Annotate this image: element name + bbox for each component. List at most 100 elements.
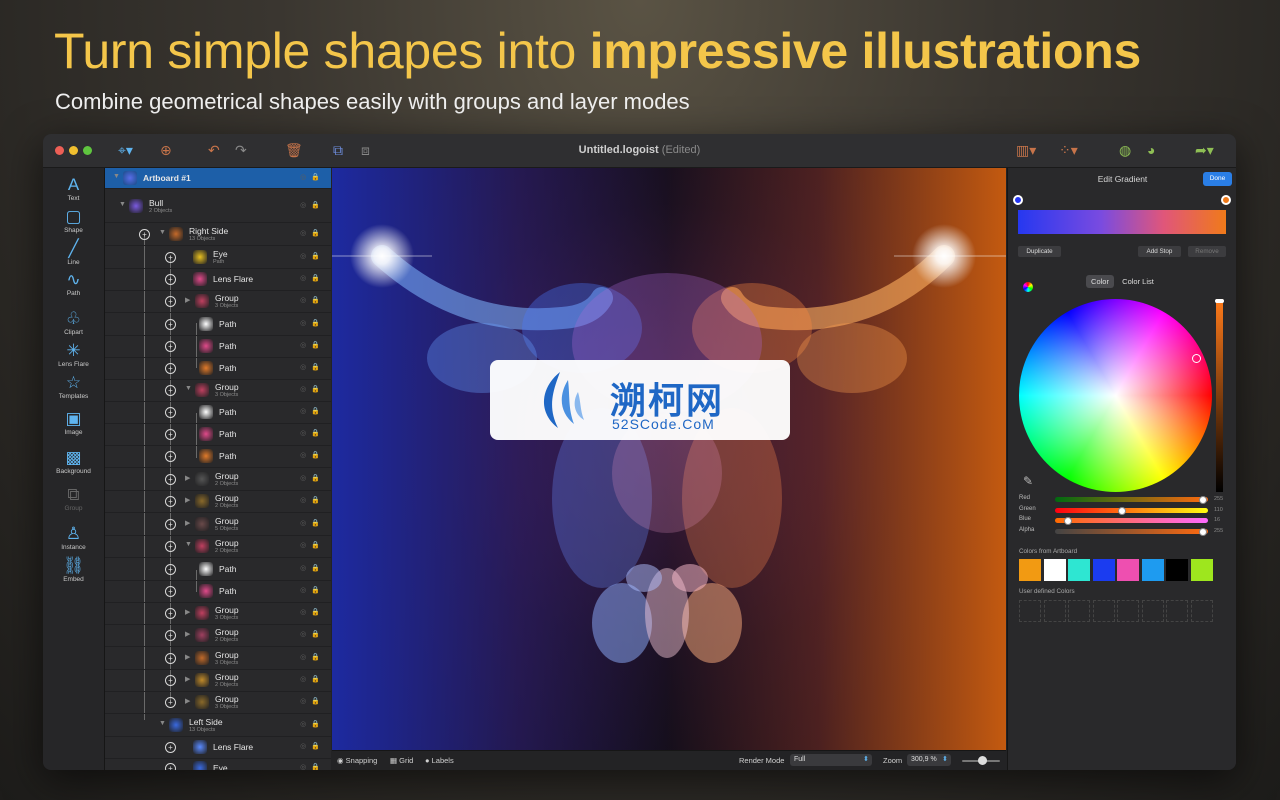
visibility-lock-icon[interactable]: ◎🔒 xyxy=(300,341,325,349)
visibility-lock-icon[interactable]: ◎🔒 xyxy=(300,451,325,459)
color-palette-icon[interactable]: ◕ xyxy=(1147,142,1155,158)
visibility-lock-icon[interactable]: ◎🔒 xyxy=(300,653,325,661)
tool-path[interactable]: ∿ Path xyxy=(43,271,104,298)
disclosure-triangle-icon[interactable]: ▶ xyxy=(185,474,190,482)
layer-row[interactable]: + Path ◎🔒 xyxy=(105,558,331,581)
disclosure-triangle-icon[interactable]: ▼ xyxy=(159,720,166,727)
tool-clipart[interactable]: ♧ Clipart xyxy=(43,310,104,337)
layer-row[interactable]: + Path ◎🔒 xyxy=(105,313,331,336)
layer-row[interactable]: + ▼ Right Side 13 Objects ◎🔒 xyxy=(105,223,331,246)
layer-row[interactable]: + ▶ Group 3 Objects ◎🔒 xyxy=(105,691,331,714)
tool-group[interactable]: ⧉ Group xyxy=(43,486,104,513)
color-swatch[interactable] xyxy=(1190,559,1213,581)
render-mode-select[interactable]: Full ⬍ xyxy=(790,754,872,766)
color-swatch[interactable] xyxy=(1043,559,1066,581)
zoom-field[interactable]: 300,9 % ⬍ xyxy=(907,754,951,766)
gradient-stop-start[interactable] xyxy=(1013,195,1023,205)
layer-add-icon[interactable]: + xyxy=(165,451,176,462)
layer-row[interactable]: + ▶ Group 2 Objects ◎🔒 xyxy=(105,624,331,647)
color-swatch[interactable] xyxy=(1117,559,1139,581)
visibility-lock-icon[interactable]: ◎🔒 xyxy=(300,541,325,549)
layer-row[interactable]: + ▶ Group 2 Objects ◎🔒 xyxy=(105,490,331,513)
disclosure-triangle-icon[interactable]: ▼ xyxy=(113,173,120,180)
tool-line[interactable]: ╱ Line xyxy=(43,240,104,267)
layer-add-icon[interactable]: + xyxy=(165,251,176,263)
visibility-lock-icon[interactable]: ◎🔒 xyxy=(300,474,325,482)
empty-color-slot[interactable] xyxy=(1166,600,1188,622)
layer-add-icon[interactable]: + xyxy=(165,474,176,485)
layer-add-icon[interactable]: + xyxy=(165,742,176,753)
nodes-icon[interactable]: ⁘▾ xyxy=(1059,142,1078,159)
visibility-lock-icon[interactable]: ◎🔒 xyxy=(300,429,325,437)
layer-add-icon[interactable]: + xyxy=(165,653,176,664)
color-slider-red[interactable] xyxy=(1055,496,1208,504)
tool-lens-flare[interactable]: ✳ Lens Flare xyxy=(43,342,104,369)
disclosure-triangle-icon[interactable]: ▶ xyxy=(185,608,190,616)
tool-background[interactable]: ▩ Background xyxy=(43,449,104,476)
visibility-lock-icon[interactable]: ◎🔒 xyxy=(300,763,325,770)
disclosure-triangle-icon[interactable]: ▶ xyxy=(185,296,190,304)
disclosure-triangle-icon[interactable]: ▶ xyxy=(185,697,190,705)
layer-row[interactable]: + ▶ Group 2 Objects ◎🔒 xyxy=(105,669,331,692)
disclosure-triangle-icon[interactable]: ▶ xyxy=(185,519,190,527)
empty-color-slot[interactable] xyxy=(1019,600,1041,622)
tool-text[interactable]: A Text xyxy=(43,176,104,203)
color-wheel-icon[interactable] xyxy=(1023,282,1033,292)
share-icon[interactable]: ➦▾ xyxy=(1195,142,1214,159)
disclosure-triangle-icon[interactable]: ▼ xyxy=(185,385,192,392)
artboard-canvas[interactable] xyxy=(332,168,1006,750)
color-slider-alpha[interactable] xyxy=(1055,527,1208,536)
color-slider-green[interactable] xyxy=(1055,506,1208,515)
labels-toggle[interactable]: ● Labels xyxy=(425,756,454,765)
layer-add-icon[interactable]: + xyxy=(165,519,176,530)
disclosure-triangle-icon[interactable]: ▶ xyxy=(185,630,190,638)
disclosure-triangle-icon[interactable]: ▶ xyxy=(185,653,190,661)
tool-image[interactable]: ▣ Image xyxy=(43,410,104,437)
color-swatch[interactable] xyxy=(1068,559,1090,581)
add-stop-button[interactable]: Add Stop xyxy=(1138,246,1181,257)
visibility-lock-icon[interactable]: ◎🔒 xyxy=(300,407,325,415)
layer-row[interactable]: ▼ Left Side 13 Objects ◎🔒 xyxy=(105,714,331,737)
visibility-lock-icon[interactable]: ◎🔒 xyxy=(300,564,325,572)
empty-color-slot[interactable] xyxy=(1190,600,1213,622)
gradient-stop-end[interactable] xyxy=(1221,195,1231,205)
layer-row[interactable]: + ▶ Group 3 Objects ◎🔒 xyxy=(105,647,331,670)
disclosure-triangle-icon[interactable]: ▼ xyxy=(185,541,192,548)
disclosure-triangle-icon[interactable]: ▶ xyxy=(185,496,190,504)
layer-add-icon[interactable]: + xyxy=(165,675,176,686)
visibility-lock-icon[interactable]: ◎🔒 xyxy=(300,675,325,683)
zoom-slider[interactable] xyxy=(962,756,1000,765)
visibility-lock-icon[interactable]: ◎🔒 xyxy=(300,586,325,594)
disclosure-triangle-icon[interactable]: ▼ xyxy=(159,229,166,236)
layer-row[interactable]: + Path ◎🔒 xyxy=(105,357,331,380)
tool-instance[interactable]: ♙ Instance xyxy=(43,525,104,552)
color-swatch[interactable] xyxy=(1141,559,1164,581)
layer-row[interactable]: + Path ◎🔒 xyxy=(105,423,331,446)
disclosure-triangle-icon[interactable]: ▼ xyxy=(119,201,126,208)
visibility-lock-icon[interactable]: ◎🔒 xyxy=(300,252,325,260)
palette-icon[interactable]: ◍ xyxy=(1119,142,1131,159)
color-swatch[interactable] xyxy=(1092,559,1115,581)
visibility-lock-icon[interactable]: ◎🔒 xyxy=(300,608,325,616)
layer-add-icon[interactable]: + xyxy=(165,496,176,507)
visibility-lock-icon[interactable]: ◎🔒 xyxy=(300,496,325,504)
chart-icon[interactable]: ▥▾ xyxy=(1016,142,1036,159)
layer-add-icon[interactable]: + xyxy=(165,541,176,552)
layer-add-icon[interactable]: + xyxy=(165,296,176,307)
tab-color[interactable]: Color xyxy=(1086,275,1114,288)
layer-add-icon[interactable]: + xyxy=(165,319,176,330)
visibility-lock-icon[interactable]: ◎🔒 xyxy=(300,229,325,237)
layer-row[interactable]: + Path ◎🔒 xyxy=(105,401,331,424)
snapping-toggle[interactable]: ◉ Snapping xyxy=(337,756,377,765)
layer-row[interactable]: + ▶ Group 5 Objects ◎🔒 xyxy=(105,513,331,536)
remove-stop-button[interactable]: Remove xyxy=(1188,246,1226,257)
tool-templates[interactable]: ☆ Templates xyxy=(43,374,104,401)
layer-add-icon[interactable]: + xyxy=(165,274,176,285)
layer-row[interactable]: ▼ Artboard #1 ◎🔒 xyxy=(105,168,331,189)
visibility-lock-icon[interactable]: ◎🔒 xyxy=(300,274,325,282)
layer-row[interactable]: + Lens Flare ◎🔒 xyxy=(105,736,331,759)
layer-row[interactable]: + ▼ Group 3 Objects ◎🔒 xyxy=(105,379,331,402)
layer-row[interactable]: + Path ◎🔒 xyxy=(105,335,331,358)
color-swatch[interactable] xyxy=(1019,559,1041,581)
layer-add-icon[interactable]: + xyxy=(165,341,176,352)
